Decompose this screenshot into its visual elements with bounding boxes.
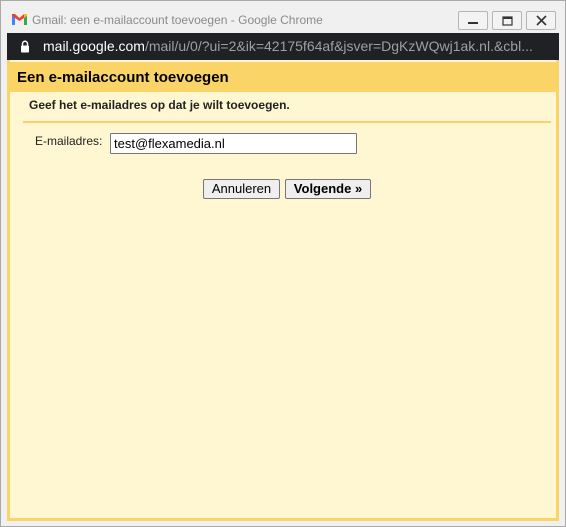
url-host: mail.google.com (43, 38, 145, 54)
close-icon (536, 15, 547, 26)
maximize-button[interactable] (492, 11, 522, 30)
title-bar[interactable]: Gmail: een e-mailaccount toevoegen - Goo… (1, 1, 565, 33)
add-email-dialog: Een e-mailaccount toevoegen Geef het e-m… (7, 60, 559, 521)
address-bar[interactable]: mail.google.com/mail/u/0/?ui=2&ik=42175f… (7, 33, 559, 60)
browser-window: Gmail: een e-mailaccount toevoegen - Goo… (0, 0, 566, 527)
dialog-title: Een e-mailaccount toevoegen (17, 69, 229, 86)
gmail-logo-icon (12, 14, 27, 25)
window-title: Gmail: een e-mailaccount toevoegen - Goo… (32, 13, 323, 27)
dialog-header: Een e-mailaccount toevoegen (10, 62, 556, 92)
maximize-icon (502, 16, 513, 26)
minimize-button[interactable] (458, 11, 488, 30)
lock-icon (21, 40, 29, 53)
email-field[interactable] (110, 133, 357, 154)
divider (23, 121, 551, 123)
next-button[interactable]: Volgende » (285, 179, 371, 199)
email-label: E-mailadres: (35, 134, 103, 148)
cancel-button[interactable]: Annuleren (203, 179, 280, 199)
minimize-icon (468, 22, 478, 24)
close-button[interactable] (526, 11, 556, 30)
url-text[interactable]: mail.google.com/mail/u/0/?ui=2&ik=42175f… (43, 38, 555, 55)
instruction-text: Geef het e-mailadres op dat je wilt toev… (29, 98, 290, 112)
url-path: /mail/u/0/?ui=2&ik=42175f64af&jsver=DgKz… (144, 38, 533, 54)
